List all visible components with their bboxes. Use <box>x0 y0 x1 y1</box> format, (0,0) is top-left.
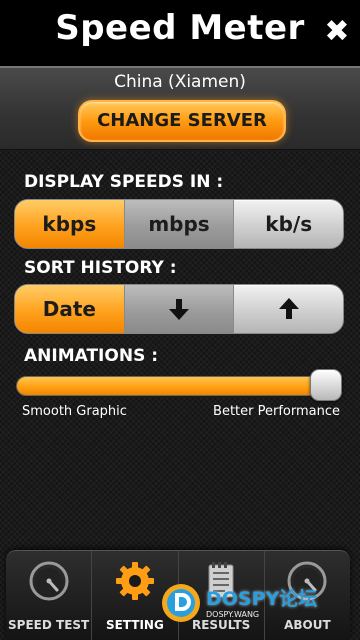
sort-history-selector: Date <box>14 284 344 334</box>
top-bar: Speed Meter ✖ <box>0 0 360 66</box>
display-speeds-label: DISPLAY SPEEDS IN : <box>24 172 224 192</box>
change-server-button[interactable]: CHANGE SERVER <box>78 100 286 142</box>
unit-kbps-button[interactable]: kbps <box>15 200 124 248</box>
unit-kbs-button[interactable]: kb/s <box>233 200 343 248</box>
watermark-subtext: DOSPY.WANG <box>206 610 260 619</box>
nav-speed-test-label: SPEED TEST <box>8 618 90 632</box>
arrow-up-icon <box>278 298 299 319</box>
arrow-down-icon <box>169 299 189 320</box>
nav-speed-test[interactable]: SPEED TEST <box>6 551 91 640</box>
animations-slider-thumb[interactable] <box>310 369 342 401</box>
better-performance-caption: Better Performance <box>213 404 340 419</box>
sort-ascending-button[interactable] <box>233 285 343 333</box>
server-panel: China (Xiamen) CHANGE SERVER <box>0 66 360 150</box>
smooth-graphic-caption: Smooth Graphic <box>22 404 127 419</box>
unit-mbps-button[interactable]: mbps <box>123 200 234 248</box>
watermark: DOSPY论坛 DOSPY.WANG <box>160 578 360 628</box>
gauge-icon <box>29 561 69 601</box>
gear-icon <box>115 562 154 600</box>
server-name: China (Xiamen) <box>114 72 246 92</box>
sort-date-button[interactable]: Date <box>15 285 124 333</box>
app-title: Speed Meter <box>55 8 305 48</box>
animations-slider-track[interactable] <box>16 376 342 396</box>
display-speeds-selector: kbps mbps kb/s <box>14 199 344 249</box>
dospy-logo-icon <box>162 584 200 622</box>
sort-history-label: SORT HISTORY : <box>24 258 177 278</box>
sort-descending-button[interactable] <box>123 285 234 333</box>
watermark-text: DOSPY论坛 <box>206 588 318 610</box>
animations-slider-fill <box>17 377 327 395</box>
animations-label: ANIMATIONS : <box>24 346 159 366</box>
close-button[interactable]: ✖ <box>322 14 352 50</box>
